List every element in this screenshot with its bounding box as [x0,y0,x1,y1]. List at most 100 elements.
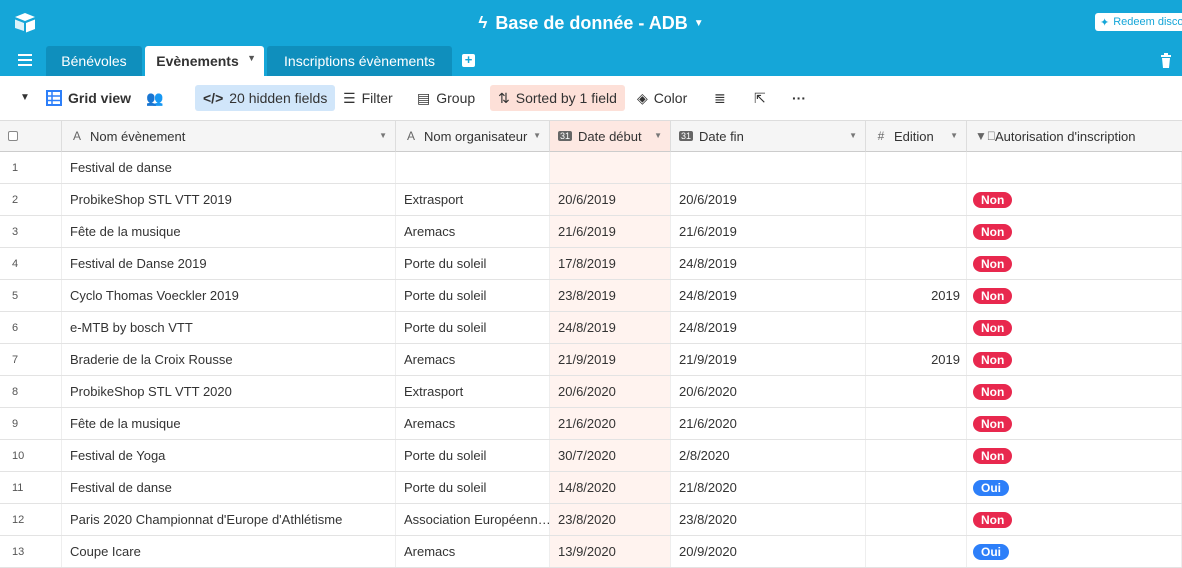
nom-evenement-cell[interactable]: Festival de danse [62,472,396,503]
nom-organisateur-cell[interactable]: Porte du soleil [396,248,550,279]
nom-evenement-cell[interactable]: Paris 2020 Championnat d'Europe d'Athlét… [62,504,396,535]
autorisation-cell[interactable]: Non [967,376,1182,407]
nom-organisateur-cell[interactable]: Porte du soleil [396,472,550,503]
date-fin-cell[interactable]: 21/8/2020 [671,472,866,503]
row-number-cell[interactable]: 11 [0,472,62,503]
table-row[interactable]: 10 Festival de Yoga Porte du soleil 30/7/20… [0,440,1182,472]
edition-cell[interactable] [866,376,967,407]
edition-cell[interactable] [866,248,967,279]
date-debut-cell[interactable]: 23/8/2019 [550,280,671,311]
date-debut-cell[interactable]: 17/8/2019 [550,248,671,279]
chevron-down-icon[interactable]: ▼ [654,131,662,140]
nom-evenement-cell[interactable]: Festival de danse [62,152,396,183]
nom-evenement-cell[interactable]: Fête de la musique [62,408,396,439]
table-row[interactable]: 6 e-MTB by bosch VTT Porte du soleil 24/8/2… [0,312,1182,344]
hidden-fields-button[interactable]: </> 20 hidden fields [195,85,336,111]
autorisation-cell[interactable]: Non [967,216,1182,247]
date-debut-cell[interactable]: 24/8/2019 [550,312,671,343]
autorisation-cell[interactable]: Non [967,248,1182,279]
edition-cell[interactable] [866,536,967,567]
tab-benevoles[interactable]: Bénévoles [46,46,142,76]
autorisation-cell[interactable]: Oui [967,536,1182,567]
nom-organisateur-cell[interactable] [396,152,550,183]
table-row[interactable]: 4 Festival de Danse 2019 Porte du soleil 17… [0,248,1182,280]
row-number-cell[interactable]: 9 [0,408,62,439]
date-debut-cell[interactable]: 21/6/2019 [550,216,671,247]
edition-cell[interactable] [866,152,967,183]
edition-cell[interactable] [866,312,967,343]
chevron-down-icon[interactable]: ▼ [950,131,958,140]
share-view-button[interactable]: ⇱ [746,85,774,111]
row-number-cell[interactable]: 1 [0,152,62,183]
date-fin-cell[interactable]: 21/9/2019 [671,344,866,375]
date-debut-cell[interactable] [550,152,671,183]
date-debut-cell[interactable]: 21/6/2020 [550,408,671,439]
table-row[interactable]: 12 Paris 2020 Championnat d'Europe d'Athl… [0,504,1182,536]
table-row[interactable]: 1 Festival de danse [0,152,1182,184]
table-row[interactable]: 5 Cyclo Thomas Voeckler 2019 Porte du sole… [0,280,1182,312]
date-fin-cell[interactable]: 20/6/2019 [671,184,866,215]
table-row[interactable]: 7 Braderie de la Croix Rousse Aremacs 21/9/… [0,344,1182,376]
date-fin-cell[interactable]: 24/8/2019 [671,312,866,343]
filter-button[interactable]: ☰ Filter [335,85,401,111]
trash-icon[interactable] [1160,53,1172,68]
date-fin-cell[interactable]: 23/8/2020 [671,504,866,535]
edition-cell[interactable] [866,184,967,215]
date-fin-cell[interactable]: 20/6/2020 [671,376,866,407]
nom-evenement-cell[interactable]: ProbikeShop STL VTT 2020 [62,376,396,407]
date-fin-cell[interactable]: 24/8/2019 [671,280,866,311]
date-fin-cell[interactable]: 24/8/2019 [671,248,866,279]
table-row[interactable]: 3 Fête de la musique Aremacs 21/6/2019 21/6/… [0,216,1182,248]
column-header-edition[interactable]: # Edition ▼ [866,121,967,152]
color-button[interactable]: ◈ Color [629,85,695,111]
autorisation-cell[interactable]: Oui [967,472,1182,503]
column-header-nom-organisateur[interactable]: A Nom organisateur ▼ [396,121,550,152]
row-number-cell[interactable]: 2 [0,184,62,215]
nom-organisateur-cell[interactable]: Porte du soleil [396,312,550,343]
date-debut-cell[interactable]: 13/9/2020 [550,536,671,567]
autorisation-cell[interactable]: Non [967,440,1182,471]
nom-organisateur-cell[interactable]: Porte du soleil [396,440,550,471]
row-number-cell[interactable]: 3 [0,216,62,247]
autorisation-cell[interactable]: Non [967,344,1182,375]
nom-evenement-cell[interactable]: ProbikeShop STL VTT 2019 [62,184,396,215]
tab-evenements[interactable]: Evènements ▼ [145,46,264,76]
nom-evenement-cell[interactable]: Braderie de la Croix Rousse [62,344,396,375]
edition-cell[interactable] [866,216,967,247]
group-button[interactable]: ▤ Group [409,85,483,111]
nom-evenement-cell[interactable]: Cyclo Thomas Voeckler 2019 [62,280,396,311]
nom-evenement-cell[interactable]: Coupe Icare [62,536,396,567]
column-header-nom-evenement[interactable]: A Nom évènement ▼ [62,121,396,152]
date-fin-cell[interactable]: 21/6/2020 [671,408,866,439]
column-header-autorisation[interactable]: ▼⃝ Autorisation d'inscription [967,121,1182,152]
nom-organisateur-cell[interactable]: Aremacs [396,536,550,567]
column-header-date-fin[interactable]: 31 Date fin ▼ [671,121,866,152]
date-debut-cell[interactable]: 20/6/2020 [550,376,671,407]
date-debut-cell[interactable]: 30/7/2020 [550,440,671,471]
edition-cell[interactable] [866,472,967,503]
date-debut-cell[interactable]: 21/9/2019 [550,344,671,375]
airtable-logo-icon[interactable] [13,12,37,34]
row-number-cell[interactable]: 6 [0,312,62,343]
edition-cell[interactable] [866,504,967,535]
grid-view-selector[interactable]: Grid view [38,85,139,111]
more-options-button[interactable]: ··· [784,85,814,111]
date-fin-cell[interactable] [671,152,866,183]
table-row[interactable]: 13 Coupe Icare Aremacs 13/9/2020 20/9/2020 Ou… [0,536,1182,568]
column-header-date-debut[interactable]: 31 Date début ▼ [550,121,671,152]
row-number-cell[interactable]: 8 [0,376,62,407]
nom-organisateur-cell[interactable]: Aremacs [396,216,550,247]
row-number-cell[interactable]: 13 [0,536,62,567]
date-debut-cell[interactable]: 20/6/2019 [550,184,671,215]
nom-evenement-cell[interactable]: Festival de Yoga [62,440,396,471]
table-row[interactable]: 9 Fête de la musique Aremacs 21/6/2020 21/6/… [0,408,1182,440]
date-debut-cell[interactable]: 14/8/2020 [550,472,671,503]
select-all-checkbox[interactable] [8,131,18,141]
date-debut-cell[interactable]: 23/8/2020 [550,504,671,535]
nom-organisateur-cell[interactable]: Porte du soleil [396,280,550,311]
nom-organisateur-cell[interactable]: Association Européenn… [396,504,550,535]
redeem-button[interactable]: ✦ Redeem disco [1095,13,1182,31]
nom-organisateur-cell[interactable]: Extrasport [396,376,550,407]
autorisation-cell[interactable]: Non [967,504,1182,535]
nom-evenement-cell[interactable]: Fête de la musique [62,216,396,247]
